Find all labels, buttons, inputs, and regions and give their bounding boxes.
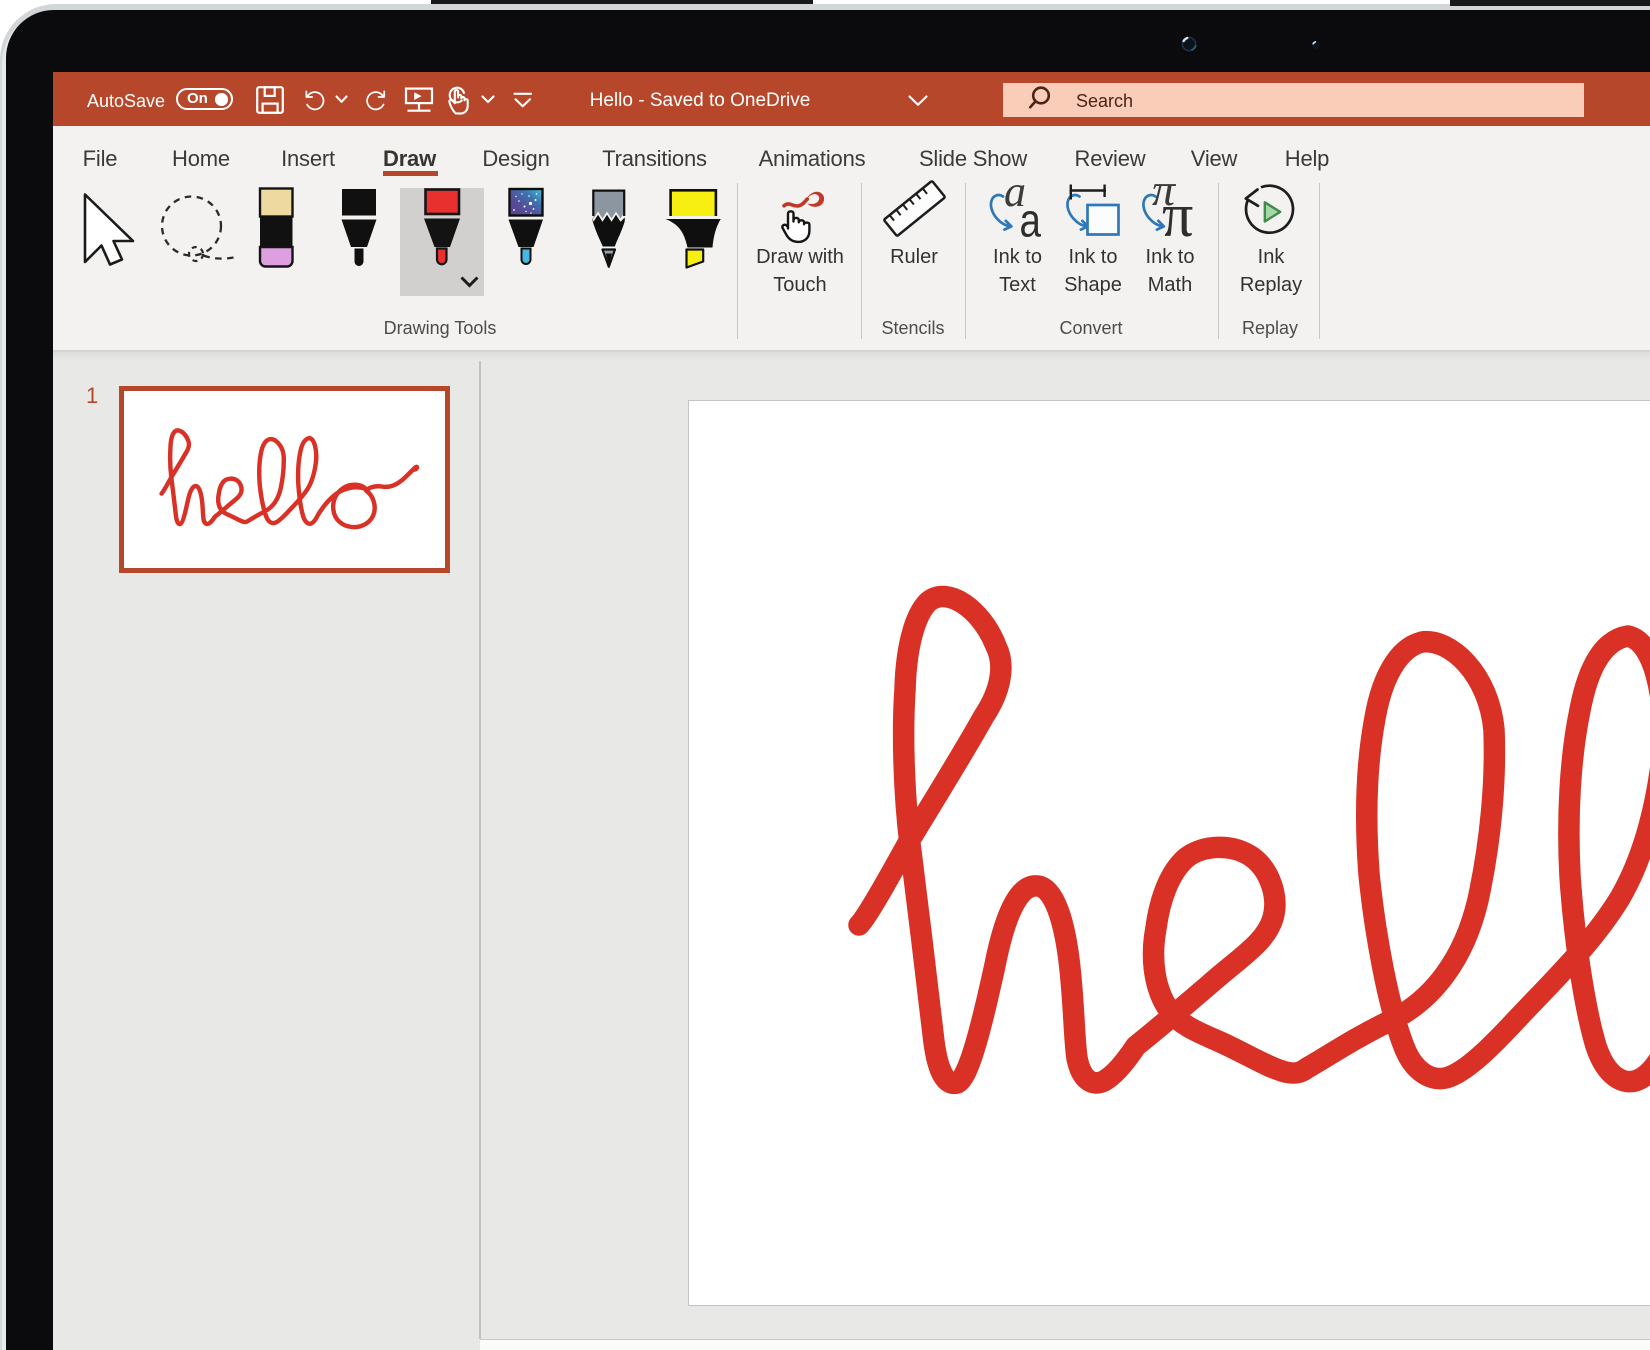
- svg-text:a: a: [1020, 195, 1042, 247]
- svg-text:π: π: [1162, 182, 1193, 250]
